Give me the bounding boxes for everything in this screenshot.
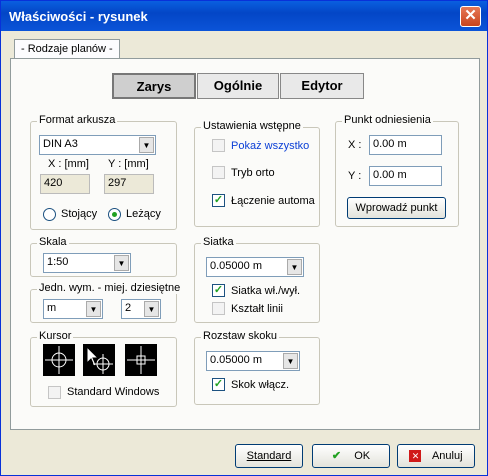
crosshair-icon[interactable] [125, 344, 157, 376]
sheet-format-label: Format arkusza [37, 114, 118, 126]
chevron-down-icon: ▼ [144, 301, 159, 317]
scale-label: Skala [37, 236, 69, 248]
presets-label: Ustawienia wstępne [201, 120, 303, 132]
sheet-y-field: 297 [104, 174, 154, 194]
snap-spacing-select[interactable]: 0.05000 m ▼ [206, 351, 300, 371]
tab-plan-types[interactable]: - Rodzaje planów - [14, 39, 120, 59]
unit-value: m [47, 302, 57, 314]
portrait-label: Stojący [61, 208, 98, 220]
crosshair-circle-icon[interactable] [43, 344, 75, 376]
grid-label: Siatka [201, 236, 236, 248]
unit-select[interactable]: m ▼ [43, 299, 103, 319]
sheet-x-field: 420 [40, 174, 90, 194]
units-label: Jedn. wym. - miej. dziesiętne [37, 282, 183, 294]
reference-x-field[interactable]: 0.00 m [369, 135, 442, 155]
auto-connect-label: Łączenie automa [231, 195, 315, 207]
standard-windows-label: Standard Windows [67, 386, 160, 398]
cancel-button[interactable]: ✕ Anuluj [397, 444, 475, 468]
auto-connect-checkbox[interactable]: ✓ [212, 194, 225, 207]
arrow-crosshair-icon[interactable] [83, 344, 115, 376]
grid-spacing-select[interactable]: 0.05000 m ▼ [206, 257, 304, 277]
ok-label: OK [354, 450, 371, 462]
decimals-select[interactable]: 2 ▼ [121, 299, 161, 319]
portrait-radio[interactable] [43, 208, 56, 221]
chevron-down-icon: ▼ [283, 353, 298, 369]
properties-dialog: Właściwości - rysunek ✕ - Rodzaje planów… [0, 0, 488, 476]
sheet-x-label: X : [mm] [48, 158, 89, 170]
mode-button-general[interactable]: Ogólnie [197, 73, 279, 99]
ok-button[interactable]: ✔ OK [312, 444, 390, 468]
cancel-x-icon: ✕ [409, 450, 422, 463]
chevron-down-icon: ▼ [114, 255, 129, 271]
title-bar: Właściwości - rysunek [1, 1, 487, 31]
chevron-down-icon: ▼ [287, 259, 302, 275]
reference-y-label: Y : [348, 170, 362, 182]
sheet-size-value: DIN A3 [43, 138, 78, 150]
sheet-y-label: Y : [mm] [108, 158, 149, 170]
landscape-label: Leżący [126, 208, 161, 220]
standard-label: Standard [246, 450, 292, 462]
landscape-radio[interactable] [108, 208, 121, 221]
snap-toggle-checkbox[interactable]: ✓ [212, 378, 225, 391]
line-shape-label: Kształt linii [231, 303, 283, 315]
snap-toggle-label: Skok włącz. [231, 379, 290, 391]
grid-spacing-value: 0.05000 m [210, 260, 262, 272]
ortho-label: Tryb orto [231, 167, 275, 179]
scale-value: 1:50 [47, 256, 69, 268]
close-button[interactable]: ✕ [460, 6, 481, 27]
chevron-down-icon: ▼ [86, 301, 101, 317]
show-all-checkbox[interactable] [212, 139, 225, 152]
enter-point-button[interactable]: Wprowadź punkt [347, 197, 446, 219]
mode-button-outline[interactable]: Zarys [112, 73, 196, 99]
show-all-label: Pokaż wszystko [231, 140, 310, 152]
mode-button-editor[interactable]: Edytor [280, 73, 364, 99]
decimals-value: 2 [125, 302, 132, 314]
window-title: Właściwości - rysunek [9, 9, 148, 24]
snap-spacing-value: 0.05000 m [210, 354, 262, 366]
grid-toggle-checkbox[interactable]: ✓ [212, 284, 225, 297]
line-shape-checkbox[interactable] [212, 302, 225, 315]
standard-button[interactable]: Standard [235, 444, 303, 468]
snap-group [194, 337, 320, 405]
snap-label: Rozstaw skoku [201, 330, 279, 342]
grid-toggle-label: Siatka wł./wył. [231, 285, 301, 297]
standard-windows-checkbox[interactable] [48, 386, 61, 399]
reference-x-label: X : [348, 139, 362, 151]
ortho-checkbox[interactable] [212, 166, 225, 179]
scale-select[interactable]: 1:50 ▼ [43, 253, 131, 273]
sheet-size-select[interactable]: DIN A3 ▼ [39, 135, 156, 155]
reference-y-field[interactable]: 0.00 m [369, 166, 442, 186]
reference-point-label: Punkt odniesienia [342, 114, 433, 126]
check-icon: ✔ [331, 450, 342, 462]
cursor-label: Kursor [37, 330, 74, 342]
cancel-label: Anuluj [431, 450, 463, 462]
chevron-down-icon: ▼ [139, 137, 154, 153]
